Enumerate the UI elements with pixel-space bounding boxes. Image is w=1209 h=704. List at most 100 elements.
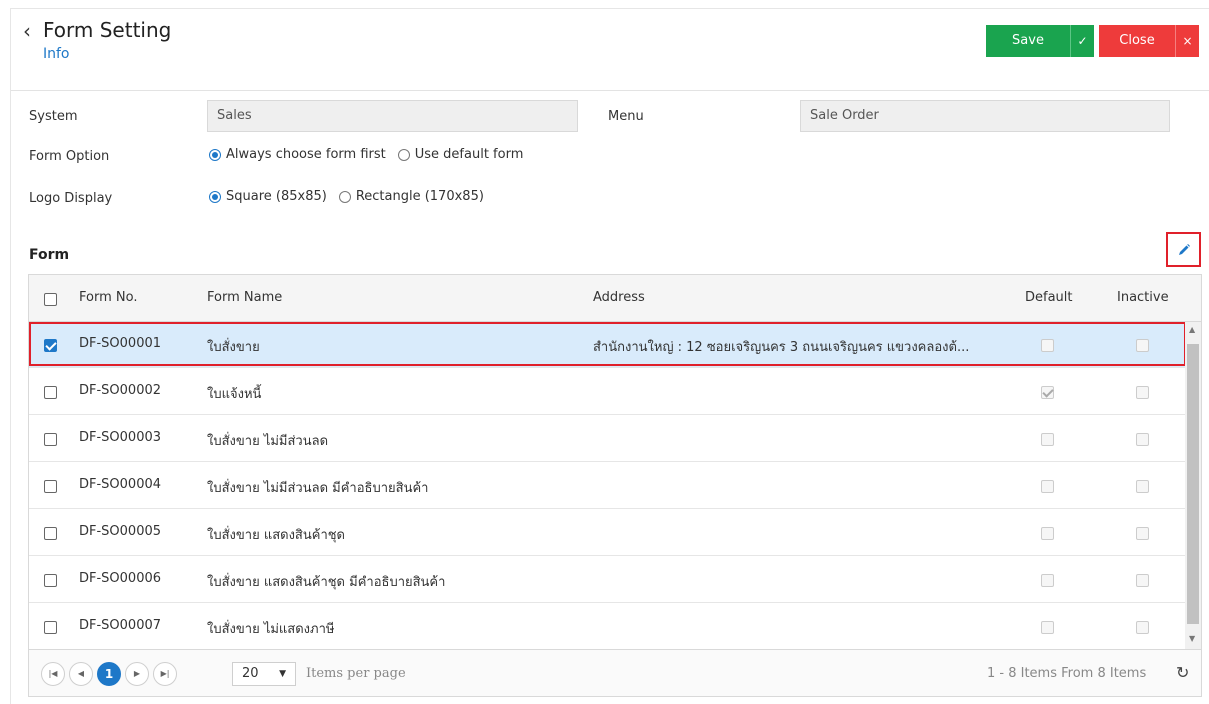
forms-grid: Form No. Form Name Address Default Inact…	[28, 274, 1202, 697]
form-no-cell: DF-SO00001	[79, 336, 162, 351]
logo-display-label: Logo Display	[29, 191, 113, 206]
form-no-cell: DF-SO00006	[79, 571, 162, 586]
row-select-checkbox[interactable]	[44, 527, 57, 540]
column-header-default[interactable]: Default	[1025, 290, 1073, 305]
table-row[interactable]: DF-SO00007 ใบสั่งขาย ไม่แสดงภาษี	[29, 604, 1185, 649]
row-select-checkbox[interactable]	[44, 339, 57, 352]
close-button[interactable]: Close	[1099, 25, 1175, 57]
page-size-select[interactable]: 20 ▼	[232, 662, 296, 686]
first-page-icon[interactable]: |◀	[41, 662, 65, 686]
select-all-checkbox[interactable]	[44, 293, 57, 306]
radio-label: Use default form	[414, 147, 524, 162]
inactive-checkbox	[1136, 527, 1149, 540]
table-row[interactable]: DF-SO00004 ใบสั่งขาย ไม่มีส่วนลด มีคำอธิบ…	[29, 463, 1185, 509]
default-checkbox	[1041, 339, 1054, 352]
default-checkbox	[1041, 574, 1054, 587]
inactive-checkbox	[1136, 386, 1149, 399]
page-size-value: 20	[242, 666, 259, 681]
row-select-checkbox[interactable]	[44, 480, 57, 493]
back-chevron-icon[interactable]: ‹	[23, 21, 31, 41]
form-option-always-choose[interactable]: Always choose form first	[209, 147, 386, 162]
form-no-cell: DF-SO00003	[79, 430, 162, 445]
radio-label: Rectangle (170x85)	[355, 189, 484, 204]
save-check-icon[interactable]: ✓	[1070, 25, 1094, 57]
table-row[interactable]: DF-SO00003 ใบสั่งขาย ไม่มีส่วนลด	[29, 416, 1185, 462]
form-name-cell: ใบสั่งขาย แสดงสินค้าชุด มีคำอธิบายสินค้า	[207, 575, 446, 590]
form-no-cell: DF-SO00004	[79, 477, 162, 492]
default-checkbox	[1041, 621, 1054, 634]
system-field: Sales	[207, 100, 578, 132]
address-cell: สำนักงานใหญ่ : 12 ซอยเจริญนคร 3 ถนนเจริญ…	[593, 340, 970, 355]
chevron-down-icon: ▼	[279, 669, 286, 679]
page-header: ‹ Form Setting Info Save ✓ Close ×	[11, 9, 1209, 91]
row-select-checkbox[interactable]	[44, 433, 57, 446]
default-checkbox	[1041, 527, 1054, 540]
form-section-title: Form	[29, 247, 70, 263]
logo-display-radio-group: Square (85x85) Rectangle (170x85)	[209, 189, 496, 204]
default-checkbox	[1041, 433, 1054, 446]
edit-form-button[interactable]	[1166, 232, 1201, 267]
column-header-inactive[interactable]: Inactive	[1117, 290, 1169, 305]
row-select-checkbox[interactable]	[44, 574, 57, 587]
table-row[interactable]: DF-SO00005 ใบสั่งขาย แสดงสินค้าชุด	[29, 510, 1185, 556]
pencil-icon	[1178, 243, 1190, 255]
logo-display-rectangle[interactable]: Rectangle (170x85)	[338, 189, 484, 204]
table-row[interactable]: DF-SO00002 ใบแจ้งหนี้	[29, 369, 1185, 415]
column-header-form-name[interactable]: Form Name	[207, 290, 282, 305]
items-per-page-label: Items per page	[306, 666, 406, 681]
current-page-button[interactable]: 1	[97, 662, 121, 686]
form-name-cell: ใบแจ้งหนี้	[207, 387, 262, 402]
radio-checked-icon[interactable]	[209, 190, 221, 203]
scrollbar-thumb[interactable]	[1187, 344, 1199, 624]
last-page-icon[interactable]: ▶|	[153, 662, 177, 686]
radio-label: Square (85x85)	[226, 189, 327, 204]
menu-field: Sale Order	[800, 100, 1170, 132]
inactive-checkbox	[1136, 621, 1149, 634]
close-x-icon[interactable]: ×	[1175, 25, 1199, 57]
vertical-scrollbar[interactable]: ▲ ▼	[1185, 322, 1201, 649]
form-no-cell: DF-SO00005	[79, 524, 162, 539]
default-checkbox	[1041, 386, 1054, 399]
table-row[interactable]: DF-SO00006 ใบสั่งขาย แสดงสินค้าชุด มีคำอธ…	[29, 557, 1185, 603]
grid-header: Form No. Form Name Address Default Inact…	[29, 275, 1201, 322]
prev-page-icon[interactable]: ◀	[69, 662, 93, 686]
form-option-use-default[interactable]: Use default form	[397, 147, 524, 162]
form-setting-page: ‹ Form Setting Info Save ✓ Close × Syste…	[10, 8, 1209, 704]
row-select-checkbox[interactable]	[44, 621, 57, 634]
logo-display-square[interactable]: Square (85x85)	[209, 189, 327, 204]
inactive-checkbox	[1136, 574, 1149, 587]
table-row[interactable]: DF-SO00001 ใบสั่งขาย สำนักงานใหญ่ : 12 ซอย…	[29, 322, 1185, 368]
close-button-group: Close ×	[1099, 25, 1199, 57]
radio-checked-icon[interactable]	[209, 148, 221, 161]
column-header-address[interactable]: Address	[593, 290, 645, 305]
form-option-radio-group: Always choose form first Use default for…	[209, 147, 535, 162]
save-button-group: Save ✓	[986, 25, 1094, 57]
form-no-cell: DF-SO00007	[79, 618, 162, 633]
radio-unchecked-icon[interactable]	[338, 190, 351, 203]
scroll-down-icon[interactable]: ▼	[1189, 634, 1195, 643]
menu-label: Menu	[608, 109, 644, 124]
default-checkbox	[1041, 480, 1054, 493]
next-page-icon[interactable]: ▶	[125, 662, 149, 686]
system-label: System	[29, 109, 78, 124]
form-name-cell: ใบสั่งขาย ไม่มีส่วนลด	[207, 434, 329, 449]
inactive-checkbox	[1136, 433, 1149, 446]
radio-unchecked-icon[interactable]	[397, 148, 410, 161]
save-button[interactable]: Save	[986, 25, 1070, 57]
refresh-icon[interactable]: ↻	[1176, 663, 1189, 682]
row-select-checkbox[interactable]	[44, 386, 57, 399]
form-option-label: Form Option	[29, 149, 110, 164]
radio-label: Always choose form first	[226, 147, 386, 162]
page-subtitle: Info	[43, 46, 70, 62]
inactive-checkbox	[1136, 339, 1149, 352]
pagination-bar: |◀ ◀ 1 ▶ ▶| 20 ▼ Items per page 1 - 8 It…	[29, 649, 1201, 696]
form-name-cell: ใบสั่งขาย ไม่มีส่วนลด มีคำอธิบายสินค้า	[207, 481, 429, 496]
page-title: Form Setting	[43, 18, 172, 42]
form-no-cell: DF-SO00002	[79, 383, 162, 398]
form-name-cell: ใบสั่งขาย	[207, 340, 260, 355]
form-name-cell: ใบสั่งขาย แสดงสินค้าชุด	[207, 528, 346, 543]
form-name-cell: ใบสั่งขาย ไม่แสดงภาษี	[207, 622, 335, 637]
column-header-form-no[interactable]: Form No.	[79, 290, 137, 305]
scroll-up-icon[interactable]: ▲	[1189, 325, 1195, 334]
grid-rows: DF-SO00001 ใบสั่งขาย สำนักงานใหญ่ : 12 ซอย…	[29, 322, 1185, 649]
